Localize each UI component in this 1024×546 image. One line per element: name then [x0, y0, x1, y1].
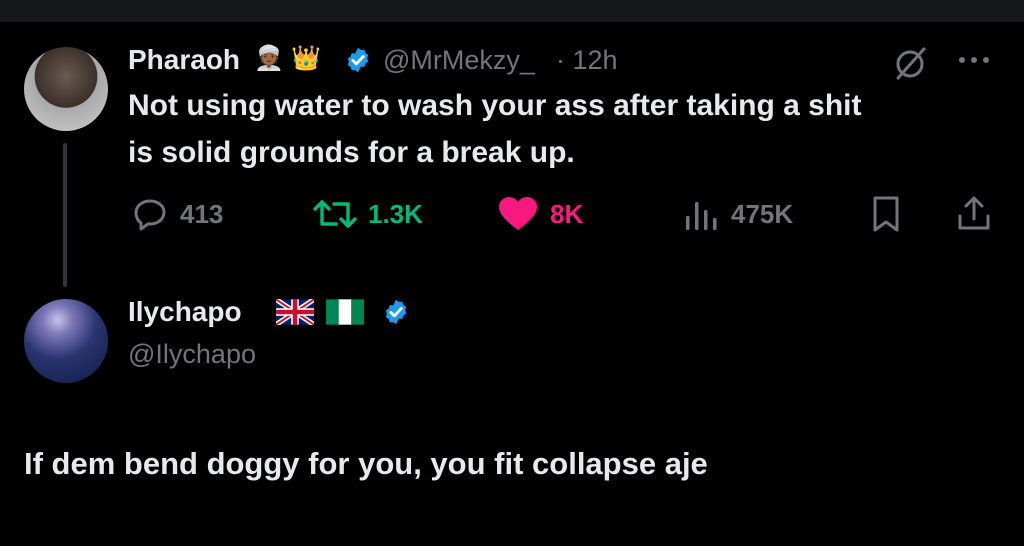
handle[interactable]: @MrMekzy_: [383, 45, 535, 76]
tweet-text: Not using water to wash your ass after t…: [128, 82, 862, 176]
like-count: 8K: [550, 198, 584, 229]
share-icon[interactable]: [954, 194, 994, 234]
verified-badge-icon: [347, 47, 369, 73]
top-bar: [0, 0, 1024, 22]
uk-flag-emoji: [276, 299, 314, 325]
thread-line: [63, 143, 67, 287]
crown-emoji: 👑: [291, 45, 321, 72]
display-name[interactable]: Pharaoh: [128, 44, 240, 76]
heart-icon: [499, 197, 537, 230]
more-options-icon[interactable]: [956, 52, 992, 68]
handle[interactable]: @Ilychapo: [128, 339, 256, 370]
grok-icon[interactable]: [890, 43, 930, 83]
avatar-ilychapo[interactable]: [24, 299, 108, 383]
bookmark-icon[interactable]: [866, 194, 906, 234]
reply-button[interactable]: 413: [130, 194, 223, 234]
avatar-pharaoh[interactable]: [24, 47, 108, 131]
views-button[interactable]: 475K: [683, 194, 793, 234]
reply-count: 413: [180, 198, 224, 229]
man-with-turban-emoji: 👳🏾: [254, 45, 284, 72]
nigeria-flag-emoji: [326, 299, 364, 325]
repost-button[interactable]: 1.3K: [312, 194, 423, 234]
like-button[interactable]: 8K: [496, 194, 583, 234]
tweet-text-line: Not using water to wash your ass after t…: [128, 89, 862, 122]
repost-count: 1.3K: [368, 198, 423, 229]
views-count: 475K: [731, 198, 794, 229]
views-icon: [686, 202, 717, 230]
reply-text: If dem bend doggy for you, you fit colla…: [24, 446, 708, 481]
display-name[interactable]: Ilychapo: [128, 296, 242, 328]
timestamp[interactable]: · 12h: [556, 45, 618, 76]
verified-badge-icon: [385, 299, 407, 325]
reply-icon: [134, 199, 166, 231]
repost-icon: [313, 200, 357, 228]
tweet-text-line: is solid grounds for a break up.: [128, 136, 575, 169]
